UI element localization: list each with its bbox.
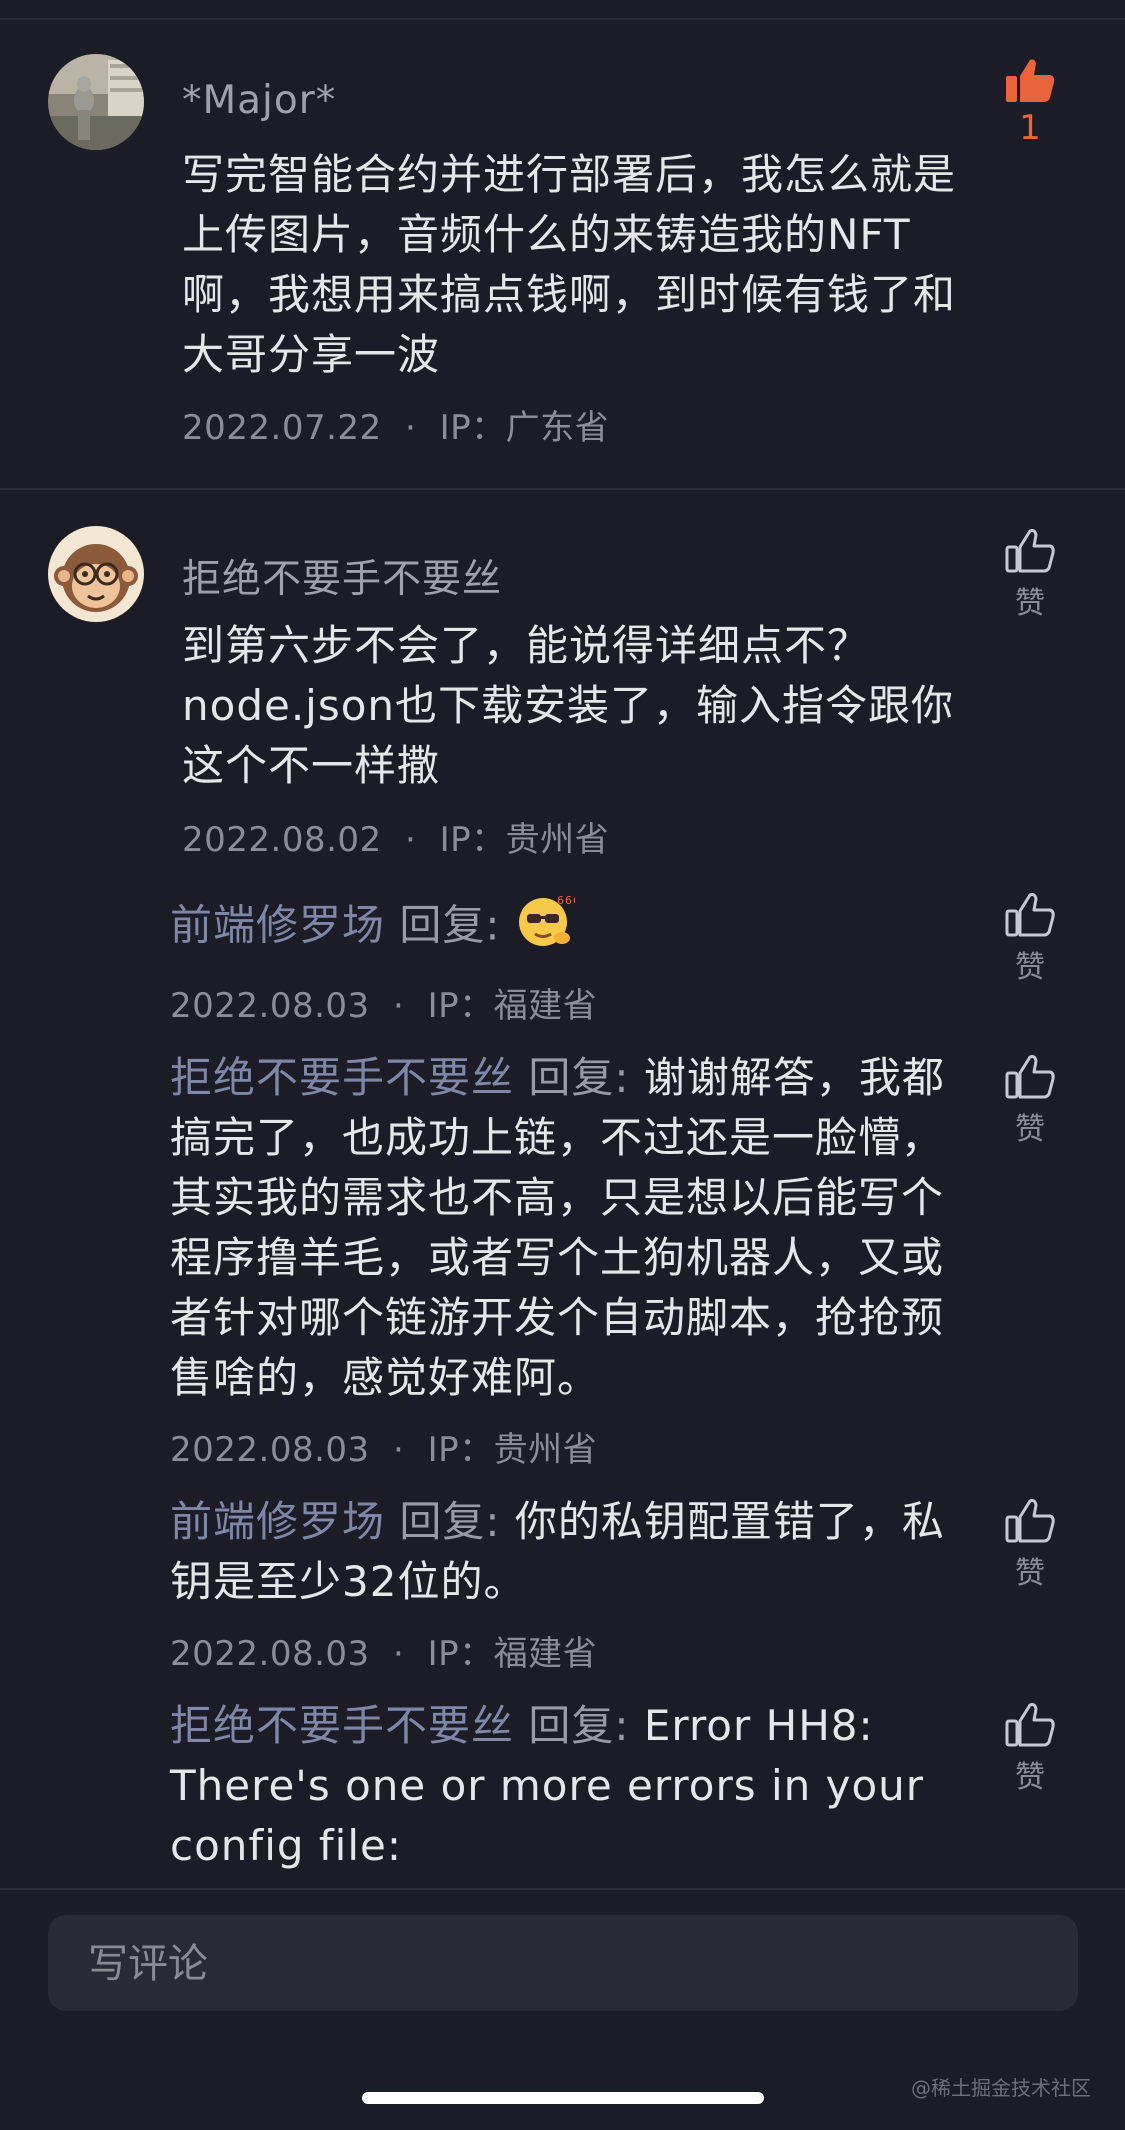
meta-separator: · — [392, 1634, 405, 1674]
comment-author[interactable]: 拒绝不要手不要丝 — [182, 548, 502, 604]
top-divider — [0, 18, 1125, 20]
sunglasses-emoji-icon: 666 — [515, 892, 580, 964]
reply-text: 前端修罗场 回复: 你的私钥配置错了，私钥是至少32位的。 — [170, 1492, 970, 1612]
reply-author[interactable]: 拒绝不要手不要丝 — [170, 1053, 514, 1102]
like-button[interactable]: 赞 — [1000, 1702, 1060, 1796]
thumbs-up-icon — [1005, 1055, 1055, 1099]
like-label: 赞 — [1015, 950, 1045, 985]
reply-text: 前端修罗场 回复: 666 — [170, 892, 970, 964]
reply-content: 谢谢解答，我都搞完了，也成功上链，不过还是一脸懵，其实我的需求也不高，只是想以后… — [170, 1053, 945, 1402]
comment-ip: IP：广东省 — [439, 408, 610, 448]
reply-text: 拒绝不要手不要丝 回复: 谢谢解答，我都搞完了，也成功上链，不过还是一脸懵，其实… — [170, 1048, 970, 1408]
like-button[interactable]: 1 — [1000, 58, 1060, 148]
comment-text: 到第六步不会了，能说得详细点不？node.json也下载安装了，输入指令跟你这个… — [182, 621, 955, 790]
comment-date: 2022.07.22 — [182, 408, 382, 448]
avatar[interactable] — [48, 526, 144, 622]
reply-meta: 2022.08.03 · IP：福建省 — [170, 1626, 597, 1675]
composer-divider — [0, 1888, 1125, 1890]
meta-separator: · — [404, 820, 417, 860]
like-label: 赞 — [1015, 1760, 1045, 1795]
watermark: @稀土掘金技术社区 — [911, 2076, 1091, 2100]
thumbs-up-icon — [1005, 1703, 1055, 1747]
reply-label: 回复: — [528, 1053, 630, 1102]
thumbs-up-icon — [1005, 529, 1055, 573]
reply-author[interactable]: 前端修罗场 — [170, 901, 385, 950]
thumbs-up-filled-icon — [1006, 59, 1055, 102]
reply-meta: 2022.08.03 · IP：贵州省 — [170, 1422, 597, 1471]
comment-input[interactable] — [86, 1915, 1030, 2013]
comment-composer[interactable] — [48, 1915, 1078, 2013]
reply-label: 回复: — [399, 1497, 501, 1546]
comment-meta: 2022.08.02 · IP：贵州省 — [182, 812, 609, 861]
comment-meta: 2022.07.22 · IP：广东省 — [182, 400, 609, 449]
comment-text: 写完智能合约并进行部署后，我怎么就是上传图片，音频什么的来铸造我的NFT啊，我想… — [182, 150, 957, 379]
like-button[interactable]: 赞 — [1000, 1498, 1060, 1592]
reply-date: 2022.08.03 — [170, 986, 370, 1026]
like-label: 赞 — [1015, 1112, 1045, 1147]
reply-author[interactable]: 前端修罗场 — [170, 1497, 385, 1546]
svg-text:666: 666 — [557, 894, 575, 907]
thumbs-up-icon — [1005, 1499, 1055, 1543]
reply-date: 2022.08.03 — [170, 1634, 370, 1674]
reply-ip: IP：贵州省 — [427, 1430, 598, 1470]
thumbs-up-icon — [1005, 893, 1055, 937]
comment-divider — [0, 488, 1125, 490]
reply-ip: IP：福建省 — [427, 1634, 598, 1674]
meta-separator: · — [392, 1430, 405, 1470]
like-label: 赞 — [1015, 586, 1045, 621]
like-button[interactable]: 赞 — [1000, 528, 1060, 622]
comment-date: 2022.08.02 — [182, 820, 382, 860]
meta-separator: · — [404, 408, 417, 448]
reply-label: 回复: — [399, 900, 501, 950]
reply-text: 拒绝不要手不要丝 回复: Error HH8: There's one or m… — [170, 1696, 970, 1876]
reply-ip: IP：福建省 — [427, 986, 598, 1026]
meta-separator: · — [392, 986, 405, 1026]
avatar[interactable] — [48, 54, 144, 150]
reply-label: 回复: — [528, 1701, 630, 1750]
reply-date: 2022.08.03 — [170, 1430, 370, 1470]
like-count: 1 — [1019, 108, 1041, 148]
like-button[interactable]: 赞 — [1000, 1054, 1060, 1148]
reply-author[interactable]: 拒绝不要手不要丝 — [170, 1701, 514, 1750]
comment-ip: IP：贵州省 — [439, 820, 610, 860]
like-button[interactable]: 赞 — [1000, 892, 1060, 986]
like-label: 赞 — [1015, 1556, 1045, 1591]
reply-meta: 2022.08.03 · IP：福建省 — [170, 978, 597, 1027]
home-indicator[interactable] — [362, 2092, 764, 2104]
comment-author[interactable]: *Major* — [182, 78, 336, 123]
